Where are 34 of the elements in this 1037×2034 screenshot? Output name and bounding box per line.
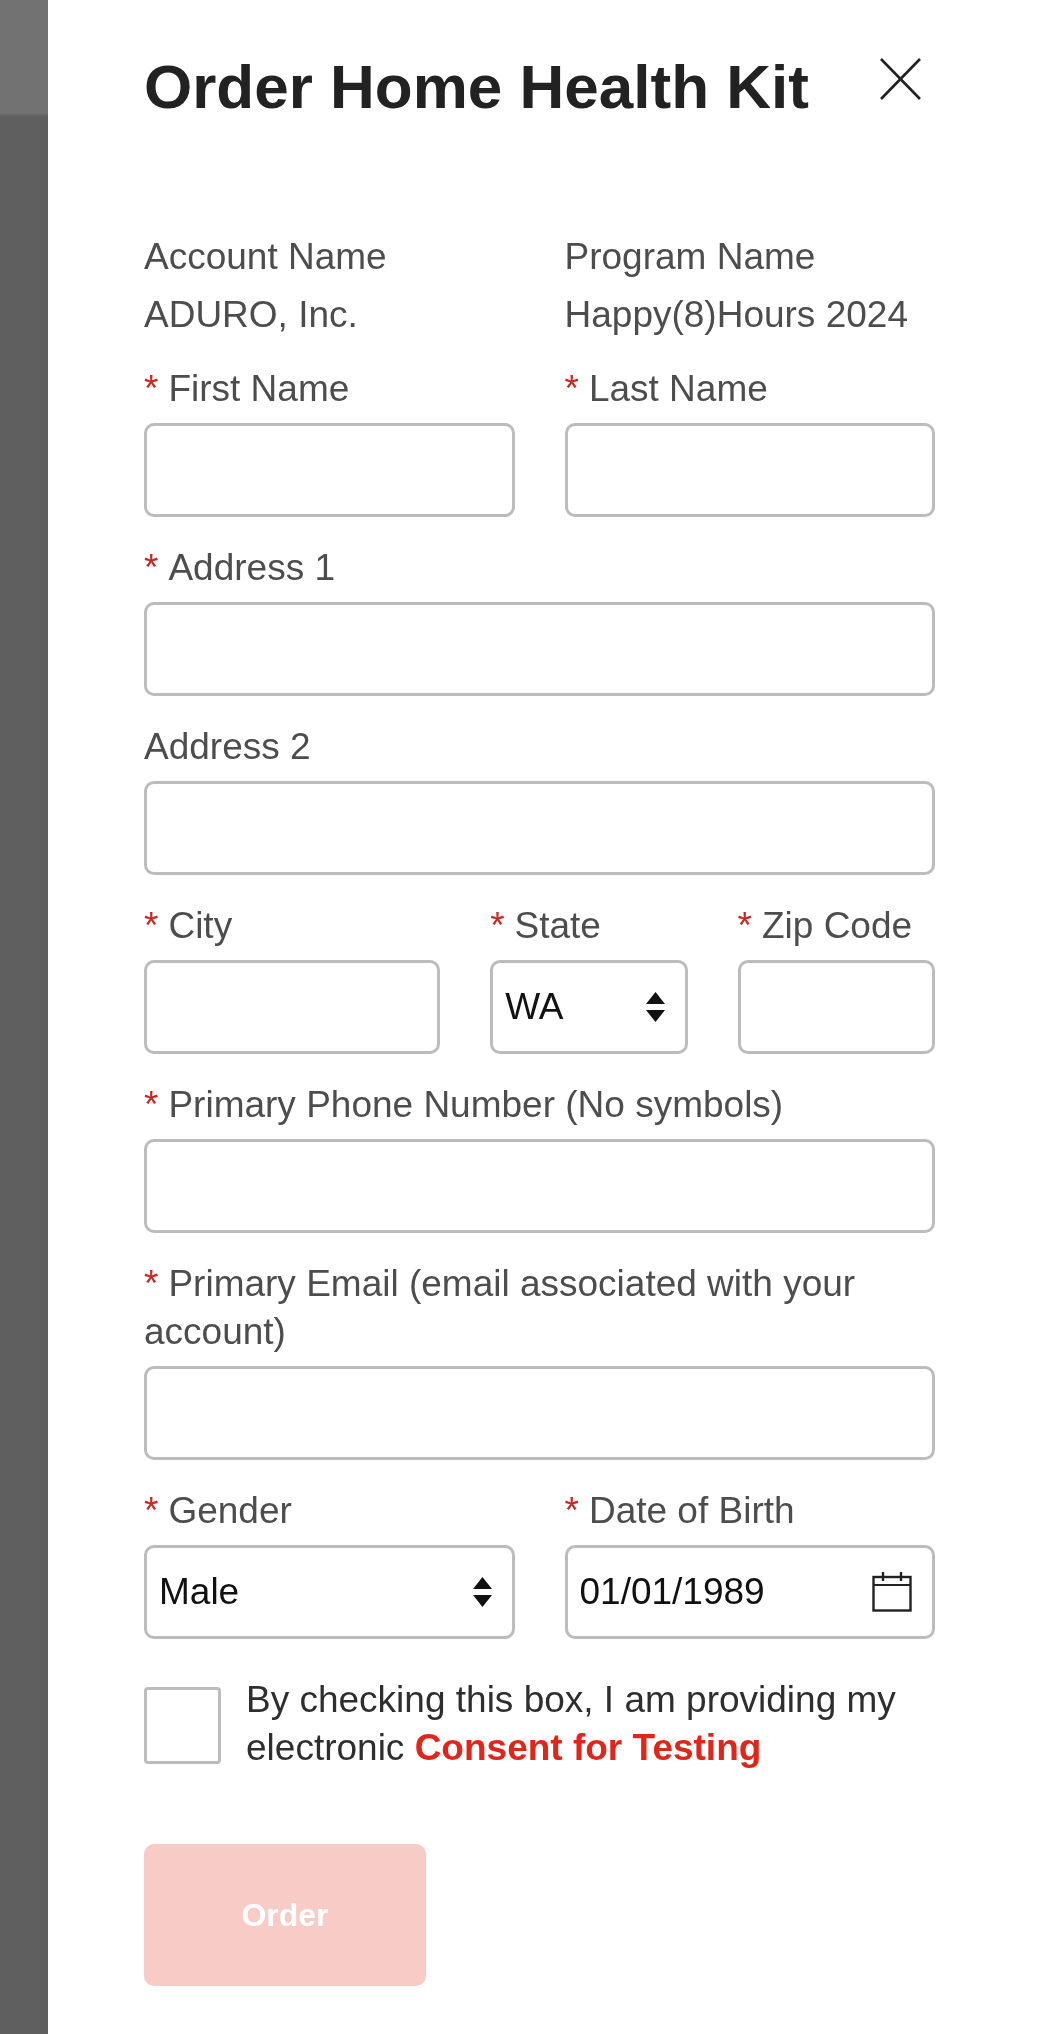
field-label: * Gender [144,1489,292,1533]
input-field[interactable] [144,781,935,875]
close-icon [880,58,921,100]
up-down-arrows-icon [472,1577,492,1607]
dropdown[interactable]: WA [490,960,688,1054]
input-field[interactable] [144,423,515,517]
input-field[interactable] [737,960,935,1054]
field-label: * First Name [144,367,350,411]
consent-text: By checking this box, I am providing my electronic Consent for Testing [246,1678,897,1770]
field-label: * Last Name [564,367,768,411]
input-field[interactable] [144,960,441,1054]
info-value: Happy(8)Hours 2024 [564,293,908,337]
field-label: * Date of Birth [564,1489,795,1533]
consent-link[interactable]: Consent for Testing [414,1727,762,1768]
up-down-arrows-icon [645,992,665,1022]
info-value: ADURO, Inc. [144,293,358,337]
field-label: * City [144,904,233,948]
dropdown[interactable]: Male [144,1545,515,1639]
input-field[interactable] [144,1366,935,1460]
dialog-title: Order Home Health Kit [144,51,809,123]
calendar-icon [872,1572,912,1612]
field-label: * Zip Code [737,904,913,948]
field-label: * Primary Phone Number (No symbols) [144,1083,784,1127]
info-label: Program Name [564,235,816,279]
field-label: * State [490,904,601,948]
date-field[interactable]: 01/01/1989 [564,1545,935,1639]
info-label: Account Name [144,235,387,279]
input-field[interactable] [144,602,935,696]
input-field[interactable] [564,423,935,517]
field-label: * Address 1 [144,546,335,590]
field-label: Address 2 [144,725,311,769]
field-label: * Primary Email (email associated with your account) [144,1262,857,1354]
input-field[interactable] [144,1139,935,1233]
consent-checkbox[interactable] [144,1687,221,1764]
